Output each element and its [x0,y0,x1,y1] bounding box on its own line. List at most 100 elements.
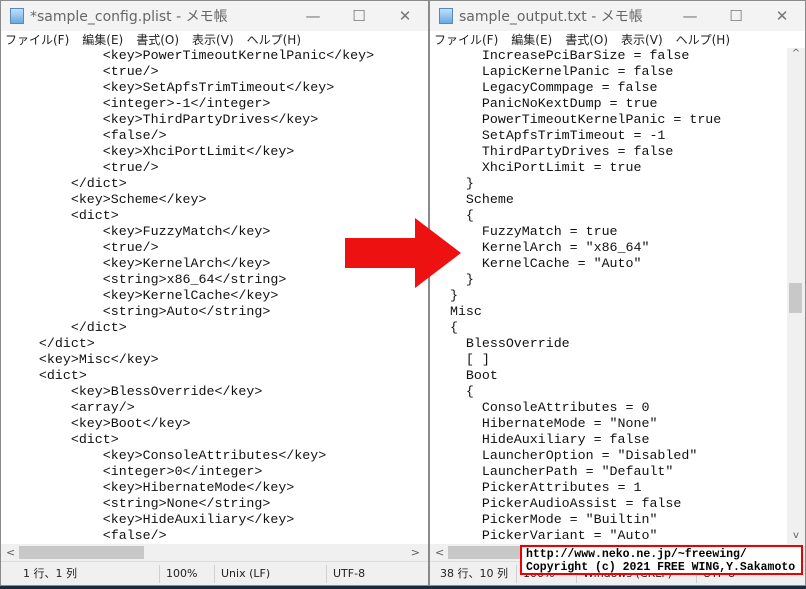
text-line: <key>Scheme</key> [7,192,207,207]
text-line: [ ] [434,352,490,367]
status-bar: 1 行、1 列 100% Unix (LF) UTF-8 [1,561,428,585]
text-line: PowerTimeoutKernelPanic = true [434,112,722,127]
text-line: IncreasePciBarSize = false [434,48,690,63]
text-line: <key>KernelCache</key> [7,288,279,303]
watermark-url: http://www.neko.ne.jp/~freewing/ [526,548,747,561]
encoding: UTF-8 [326,564,426,583]
title-bar[interactable]: *sample_config.plist - メモ帳 — ☐ ✕ [1,1,428,31]
scroll-down-icon[interactable]: v [787,530,805,541]
text-line: Scheme [434,192,514,207]
text-line: <key>Boot</key> [7,416,191,431]
menu-file[interactable]: ファイル(F) [434,31,498,48]
text-line: LapicKernelPanic = false [434,64,674,79]
close-button[interactable]: ✕ [382,7,428,25]
scroll-right-icon[interactable]: > [411,546,420,559]
text-line: SetApfsTrimTimeout = -1 [434,128,666,143]
text-line: KernelCache = "Auto" [434,256,642,271]
text-line: <integer>-1</integer> [7,96,271,111]
text-line: ThirdPartyDrives = false [434,144,674,159]
text-line: Misc [434,304,482,319]
text-line: <dict> [7,432,119,447]
notepad-icon [10,8,24,24]
right-arrow-icon [345,218,461,288]
text-line: { [434,208,474,223]
text-line: <key>BlessOverride</key> [7,384,263,399]
text-line: Boot [434,368,498,383]
text-line: ConsoleAttributes = 0 [434,400,650,415]
menu-bar: ファイル(F) 編集(E) 書式(O) 表示(V) ヘルプ(H) [430,31,805,48]
text-line: <integer>0</integer> [7,464,263,479]
menu-view[interactable]: 表示(V) [621,31,663,48]
menu-help[interactable]: ヘルプ(H) [247,31,301,48]
text-line: LauncherPath = "Default" [434,464,674,479]
text-line: <dict> [7,368,87,383]
vertical-scrollbar[interactable]: ^ v [787,48,805,561]
scroll-left-icon[interactable]: < [6,546,15,559]
text-line: </dict> [7,320,127,335]
text-line: <key>HideAuxiliary</key> [7,512,295,527]
text-line: <string>None</string> [7,496,271,511]
menu-format[interactable]: 書式(O) [136,31,179,48]
cursor-position: 38 行、10 列 [440,566,508,580]
text-line: <key>ThirdPartyDrives</key> [7,112,319,127]
text-line: </dict> [7,176,127,191]
text-line: PickerVariant = "Auto" [434,528,658,543]
menu-format[interactable]: 書式(O) [565,31,608,48]
maximize-button[interactable]: ☐ [713,7,759,25]
text-line: <false/> [7,528,167,543]
text-line: HideAuxiliary = false [434,432,650,447]
text-line: PickerAudioAssist = false [434,496,682,511]
text-line: } [434,272,474,287]
scroll-up-icon[interactable]: ^ [787,48,805,59]
text-line: PickerAttributes = 1 [434,480,642,495]
text-editor[interactable]: IncreasePciBarSize = false LapicKernelPa… [430,48,787,544]
text-line: <string>Auto</string> [7,304,271,319]
copyright-watermark: http://www.neko.ne.jp/~freewing/ Copyrig… [520,545,803,575]
text-line: <key>Misc</key> [7,352,159,367]
horizontal-scrollbar[interactable]: < > [1,544,428,561]
text-line: <key>HibernateMode</key> [7,480,295,495]
text-editor[interactable]: <key>PowerTimeoutKernelPanic</key> <true… [1,48,428,544]
text-line: LauncherOption = "Disabled" [434,448,698,463]
text-line: KernelArch = "x86_64" [434,240,650,255]
text-line: { [434,320,458,335]
window-title: sample_output.txt - メモ帳 [459,9,643,25]
watermark-copyright: Copyright (c) 2021 FREE WING,Y.Sakamoto [526,561,796,574]
text-line: } [434,176,474,191]
text-line: HibernateMode = "None" [434,416,658,431]
line-ending: Unix (LF) [214,564,326,583]
text-line: <key>SetApfsTrimTimeout</key> [7,80,335,95]
minimize-button[interactable]: — [290,7,336,25]
menu-file[interactable]: ファイル(F) [5,31,69,48]
text-line: <key>PowerTimeoutKernelPanic</key> [7,48,375,63]
scroll-thumb[interactable] [789,283,802,313]
notepad-window-plist: *sample_config.plist - メモ帳 — ☐ ✕ ファイル(F)… [0,0,429,586]
text-line: FuzzyMatch = true [434,224,618,239]
text-line: <key>XhciPortLimit</key> [7,144,295,159]
menu-edit[interactable]: 編集(E) [82,31,123,48]
close-button[interactable]: ✕ [759,7,805,25]
zoom-level: 100% [159,564,214,583]
text-line: LegacyCommpage = false [434,80,658,95]
text-line: } [434,288,458,303]
minimize-button[interactable]: — [667,7,713,25]
maximize-button[interactable]: ☐ [336,7,382,25]
menu-help[interactable]: ヘルプ(H) [676,31,730,48]
menu-bar: ファイル(F) 編集(E) 書式(O) 表示(V) ヘルプ(H) [1,31,428,48]
text-line: <false/> [7,128,167,143]
text-line: BlessOverride [434,336,570,351]
text-line: <key>ConsoleAttributes</key> [7,448,327,463]
scroll-left-icon[interactable]: < [435,546,444,559]
menu-edit[interactable]: 編集(E) [511,31,552,48]
text-line: PickerMode = "Builtin" [434,512,658,527]
text-line: <true/> [7,64,159,79]
menu-view[interactable]: 表示(V) [192,31,234,48]
notepad-window-output: sample_output.txt - メモ帳 — ☐ ✕ ファイル(F) 編集… [429,0,806,586]
text-line: { [434,384,474,399]
window-title: *sample_config.plist - メモ帳 [30,9,228,25]
cursor-position: 1 行、1 列 [23,566,77,580]
title-bar[interactable]: sample_output.txt - メモ帳 — ☐ ✕ [430,1,805,31]
text-line: PanicNoKextDump = true [434,96,658,111]
scroll-thumb[interactable] [19,546,144,559]
text-line: <array/> [7,400,135,415]
